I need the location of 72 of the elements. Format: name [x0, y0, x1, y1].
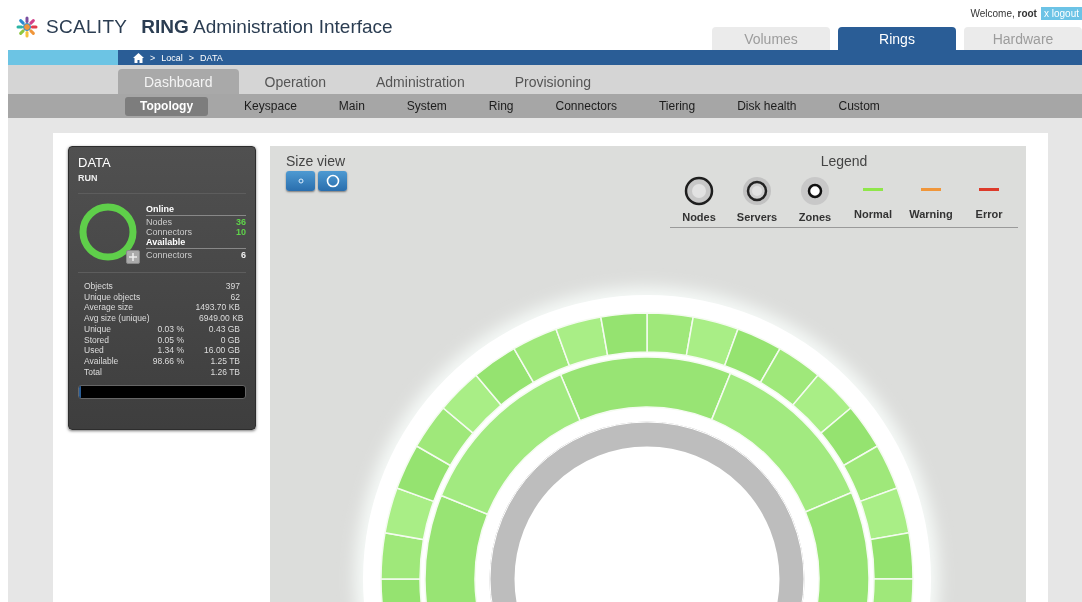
- subnav-tab[interactable]: Connectors: [549, 96, 623, 116]
- subnav-tab[interactable]: Ring: [482, 96, 520, 116]
- breadcrumb-separator: >: [150, 52, 156, 63]
- stat-label: Used: [84, 345, 105, 356]
- legend-label: Error: [975, 208, 1003, 220]
- breadcrumb-item[interactable]: Local: [161, 52, 183, 63]
- app-title: RING Administration Interface: [141, 16, 393, 38]
- count-label: Nodes: [146, 217, 172, 227]
- stat-value: 1.26 TB: [209, 366, 240, 378]
- stat-label: Average size: [84, 302, 134, 314]
- stat-value: 62: [229, 291, 240, 303]
- ring-name: DATA: [78, 155, 112, 170]
- large-circle-icon: [325, 174, 340, 188]
- breadcrumb-item[interactable]: DATA: [200, 52, 223, 63]
- stat-label: Unique objects: [84, 291, 142, 303]
- section-heading: Online: [146, 204, 246, 216]
- size-view-title: Size view: [286, 153, 347, 169]
- count-label: Connectors: [146, 250, 193, 260]
- ring-icon: [800, 176, 830, 206]
- stat-label: Available: [84, 355, 120, 367]
- section-heading: Available: [146, 237, 246, 249]
- stat-percent: 0.05 %: [156, 334, 184, 346]
- subnav-tab[interactable]: System: [400, 96, 453, 116]
- home-icon[interactable]: [133, 52, 144, 63]
- legend-label: Nodes: [682, 211, 716, 223]
- ring-status: RUN: [78, 173, 99, 183]
- stat-label: Unique: [84, 323, 112, 335]
- stat-value: 0 GB: [219, 334, 240, 346]
- ring-icon: [684, 176, 714, 206]
- count-label: Connectors: [146, 227, 193, 237]
- stat-value: 6949.00 KB: [198, 313, 244, 324]
- nav-tab[interactable]: Operation: [240, 69, 350, 94]
- nav-tab[interactable]: Administration: [352, 69, 489, 94]
- nav-tab[interactable]: Provisioning: [490, 69, 615, 94]
- count-value: 36: [236, 217, 246, 227]
- stat-value: 16.00 GB: [203, 345, 240, 356]
- count-value: 6: [241, 250, 246, 260]
- stat-value: 1493.70 KB: [194, 302, 240, 314]
- top-tab[interactable]: Rings: [838, 27, 956, 50]
- subnav-tab[interactable]: Tiering: [652, 96, 702, 116]
- stat-percent: 1.34 %: [156, 345, 184, 356]
- stat-value: 397: [224, 281, 240, 292]
- ring-icon: [742, 176, 772, 206]
- plus-icon: [129, 253, 137, 261]
- stat-percent: 98.66 %: [151, 355, 184, 367]
- stat-value: 0.43 GB: [207, 323, 240, 335]
- subnav-tab[interactable]: Main: [332, 96, 371, 116]
- count-value: 10: [236, 227, 246, 237]
- stat-label: Objects: [84, 281, 114, 292]
- legend-label: Zones: [798, 211, 832, 223]
- logo-icon: [14, 14, 40, 40]
- brand-name: SCALITY: [46, 16, 128, 38]
- donut-icon: [78, 202, 138, 262]
- stat-value: 1.25 TB: [209, 355, 240, 367]
- small-circle-icon: [297, 178, 304, 184]
- expand-button[interactable]: [126, 250, 140, 264]
- breadcrumb-separator: >: [188, 52, 195, 63]
- subnav-tab[interactable]: Topology: [125, 96, 209, 116]
- stat-label: Avg size (unique): [84, 313, 150, 324]
- subnav-tab[interactable]: Keyspace: [238, 96, 303, 116]
- subnav-tab[interactable]: Disk health: [731, 96, 803, 116]
- welcome-text: Welcome, root: [970, 8, 1037, 19]
- stat-percent: 0.03 %: [156, 323, 184, 335]
- legend-label: Normal: [854, 208, 892, 220]
- subnav-tab[interactable]: Custom: [832, 96, 886, 116]
- stat-label: Stored: [84, 334, 111, 346]
- legend-title: Legend: [820, 153, 868, 169]
- large-size-button[interactable]: [318, 171, 347, 191]
- legend-label: Warning: [909, 208, 953, 220]
- stat-label: Total: [84, 366, 103, 378]
- legend-label: Servers: [736, 211, 778, 223]
- small-size-button[interactable]: [286, 171, 315, 191]
